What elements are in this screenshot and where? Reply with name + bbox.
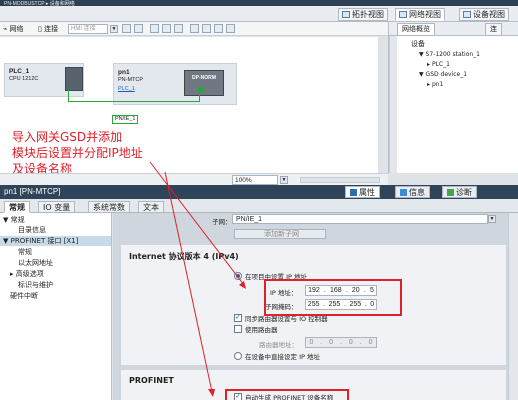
arrow-head-ip [239,281,246,289]
arrow-to-ip-settings [149,161,245,286]
arrow-head-name [208,389,215,397]
annotation-arrows [149,161,246,397]
arrow-to-device-name [164,171,213,393]
